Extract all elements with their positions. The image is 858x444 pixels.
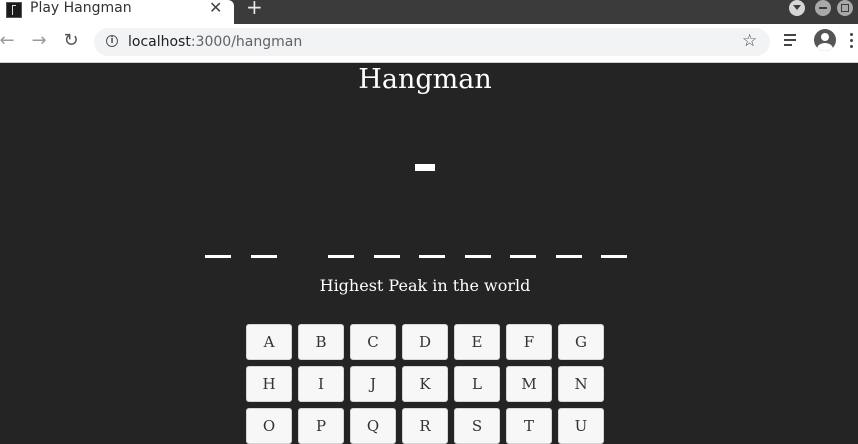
profile-avatar-icon[interactable] [814, 29, 836, 51]
back-arrow-icon[interactable]: ← [0, 30, 18, 52]
letter-blank [373, 255, 400, 258]
reload-icon[interactable]: ↻ [60, 30, 82, 52]
letter-blank [419, 255, 445, 258]
site-info-icon[interactable]: i [106, 35, 118, 47]
new-tab-button[interactable]: + [246, 0, 263, 17]
letter-blank [250, 255, 277, 258]
forward-arrow-icon[interactable]: → [28, 30, 50, 52]
letter-button-g[interactable]: G [558, 324, 604, 360]
url-path: :3000/hangman [190, 34, 303, 50]
letter-button-q[interactable]: Q [350, 408, 396, 444]
url-text[interactable]: localhost:3000/hangman [128, 34, 302, 50]
letter-button-s[interactable]: S [454, 408, 500, 444]
letter-button-m[interactable]: M [506, 366, 552, 402]
page-title: Hangman [358, 64, 492, 95]
letter-button-d[interactable]: D [402, 324, 448, 360]
letter-blank [205, 255, 231, 258]
letter-button-l[interactable]: L [454, 366, 500, 402]
hint-text: Highest Peak in the world [319, 276, 531, 295]
letter-button-u[interactable]: U [558, 408, 604, 444]
word-blanks [0, 255, 858, 259]
letter-button-o[interactable]: O [246, 408, 292, 444]
letter-blank [328, 255, 354, 258]
letter-button-j[interactable]: J [350, 366, 396, 402]
tab-title: Play Hangman [30, 0, 132, 16]
address-bar[interactable]: i localhost:3000/hangman ☆ [94, 28, 770, 56]
browser-toolbar: ← → ↻ i localhost:3000/hangman ☆ [0, 24, 858, 63]
letter-blank [601, 255, 627, 258]
letter-button-t[interactable]: T [506, 408, 552, 444]
letter-blank [464, 255, 491, 258]
window-menu-icon[interactable] [789, 0, 805, 16]
letter-button-i[interactable]: I [298, 366, 344, 402]
hangman-page: Hangman Highest Peak in the world ABCDEF… [0, 63, 858, 444]
hangman-drawing [415, 164, 435, 171]
letter-blank [555, 255, 582, 258]
maximize-icon[interactable] [837, 0, 853, 16]
letter-button-c[interactable]: C [350, 324, 396, 360]
letter-button-f[interactable]: F [506, 324, 552, 360]
letter-button-k[interactable]: K [402, 366, 448, 402]
letter-button-e[interactable]: E [454, 324, 500, 360]
bookmark-star-icon[interactable]: ☆ [742, 31, 757, 51]
minimize-icon[interactable] [815, 0, 831, 16]
url-host: localhost [128, 34, 191, 50]
browser-tab[interactable]: Play Hangman ✕ [0, 0, 234, 24]
letter-button-a[interactable]: A [246, 324, 292, 360]
letter-button-r[interactable]: R [402, 408, 448, 444]
tab-strip: Play Hangman ✕ + [0, 0, 858, 24]
letter-button-h[interactable]: H [246, 366, 292, 402]
tab-close-button[interactable]: ✕ [209, 0, 222, 17]
browser-menu-icon[interactable] [850, 33, 854, 51]
letter-button-b[interactable]: B [298, 324, 344, 360]
hangman-favicon-icon [6, 2, 22, 18]
letter-button-p[interactable]: P [298, 408, 344, 444]
letter-button-n[interactable]: N [558, 366, 604, 402]
letter-blank [510, 255, 536, 258]
media-controls-icon[interactable] [784, 31, 802, 51]
